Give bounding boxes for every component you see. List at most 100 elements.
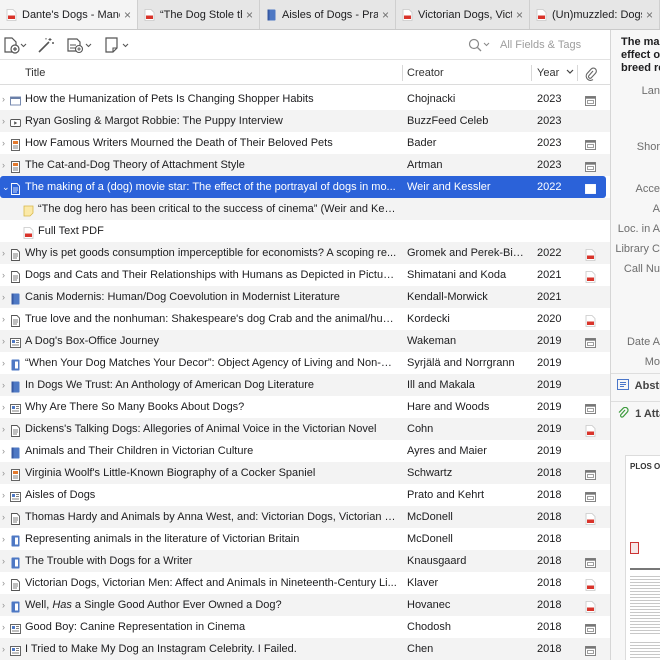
chevron-right-icon[interactable]: › [2, 352, 10, 374]
item-row[interactable]: › Why is pet goods consumption impercepti… [0, 242, 610, 264]
item-row[interactable]: › Virginia Woolf's Little-Known Biography… [0, 462, 610, 484]
chevron-down-icon[interactable]: ⌄ [2, 176, 10, 198]
column-header-creator[interactable]: Creator [407, 61, 444, 85]
pdf-icon[interactable] [585, 269, 596, 283]
chevron-right-icon[interactable]: › [2, 638, 10, 660]
close-icon[interactable]: × [516, 8, 523, 22]
chevron-right-icon[interactable]: › [2, 396, 10, 418]
snapshot-icon[interactable] [585, 159, 596, 172]
item-row[interactable]: › How Famous Writers Mourned the Death of… [0, 132, 610, 154]
add-by-identifier-button[interactable] [36, 36, 56, 54]
column-header-title[interactable]: Title [25, 61, 45, 85]
new-item-button[interactable] [2, 36, 28, 54]
close-icon[interactable]: × [382, 8, 389, 22]
child-item-row[interactable]: “The dog hero has been critical to the s… [0, 198, 610, 220]
column-header-year[interactable]: Year [537, 61, 575, 85]
tab-item[interactable]: (Un)muzzled: Dogs × [530, 0, 660, 29]
pdf-icon[interactable] [585, 423, 596, 437]
chevron-right-icon[interactable]: › [2, 616, 10, 638]
item-row[interactable]: › Aisles of Dogs Prato and Kehrt 2018 [0, 484, 610, 506]
item-row[interactable]: › Victorian Dogs, Victorian Men: Affect a… [0, 572, 610, 594]
item-row[interactable]: › “When Your Dog Matches Your Decor”: Obj… [0, 352, 610, 374]
item-row[interactable]: › True love and the nonhuman: Shakespeare… [0, 308, 610, 330]
chevron-right-icon[interactable]: › [2, 330, 10, 352]
item-title: Good Boy: Canine Representation in Cinem… [25, 621, 246, 633]
item-row[interactable]: › In Dogs We Trust: An Anthology of Ameri… [0, 374, 610, 396]
tab-item[interactable]: Victorian Dogs, Victorian Men × [396, 0, 530, 29]
snapshot-icon[interactable] [585, 555, 596, 568]
tab-item[interactable]: “The Dog Stole the Show” × [138, 0, 260, 29]
item-creator: Knausgaard [407, 555, 467, 567]
chevron-right-icon[interactable]: › [2, 594, 10, 616]
item-row[interactable]: › Ryan Gosling & Margot Robbie: The Puppy… [0, 110, 610, 132]
item-row[interactable]: › A Dog's Box-Office Journey Wakeman 2019 [0, 330, 610, 352]
chevron-right-icon[interactable]: › [2, 154, 10, 176]
item-row[interactable]: › Representing animals in the literature … [0, 528, 610, 550]
snapshot-icon[interactable] [585, 401, 596, 414]
item-year: 2023 [537, 93, 562, 105]
item-row[interactable]: › Canis Modernis: Human/Dog Coevolution i… [0, 286, 610, 308]
column-separator[interactable] [531, 65, 532, 81]
snapshot-icon[interactable] [585, 93, 596, 106]
chevron-right-icon[interactable]: › [2, 484, 10, 506]
snapshot-icon[interactable] [585, 621, 596, 634]
chevron-right-icon[interactable]: › [2, 418, 10, 440]
pdf-icon[interactable] [585, 577, 596, 591]
column-separator[interactable] [577, 65, 578, 81]
pdf-icon [6, 8, 17, 22]
snapshot-icon[interactable] [585, 643, 596, 656]
item-row[interactable]: › Dickens's Talking Dogs: Allegories of A… [0, 418, 610, 440]
item-row[interactable]: › I Tried to Make My Dog an Instagram Cel… [0, 638, 610, 660]
item-title: Dickens's Talking Dogs: Allegories of An… [25, 423, 377, 435]
snapshot-icon[interactable] [585, 137, 596, 150]
chevron-right-icon[interactable]: › [2, 528, 10, 550]
item-row[interactable]: › Good Boy: Canine Representation in Cine… [0, 616, 610, 638]
chevron-right-icon[interactable]: › [2, 550, 10, 572]
attachment-preview[interactable]: PLOS ONE [625, 455, 660, 660]
attachments-section-header[interactable]: 1 Atta [617, 406, 660, 420]
snapshot-icon[interactable] [585, 335, 596, 348]
search-field[interactable]: All Fields & Tags [468, 34, 608, 56]
item-row[interactable]: › Dogs and Cats and Their Relationships w… [0, 264, 610, 286]
close-icon[interactable]: × [646, 8, 653, 22]
document-icon [10, 247, 21, 261]
chevron-right-icon[interactable]: › [2, 88, 10, 110]
item-row[interactable]: › How the Humanization of Pets Is Changin… [0, 88, 610, 110]
tab-item[interactable]: Aisles of Dogs - Prato and Kehrt × [260, 0, 396, 29]
pdf-icon[interactable] [585, 599, 596, 613]
column-header-attachments[interactable] [585, 66, 597, 81]
new-note-button[interactable] [102, 36, 132, 54]
chevron-right-icon[interactable]: › [2, 506, 10, 528]
item-row[interactable]: ⌄ The making of a (dog) movie star: The e… [0, 176, 606, 198]
new-collection-button[interactable] [64, 36, 94, 54]
item-row[interactable]: › The Trouble with Dogs for a Writer Knaus… [0, 550, 610, 572]
pdf-icon[interactable] [585, 247, 596, 261]
chevron-right-icon[interactable]: › [2, 110, 10, 132]
abstract-section-header[interactable]: Abstra [617, 379, 660, 392]
item-row[interactable]: › The Cat-and-Dog Theory of Attachment St… [0, 154, 610, 176]
item-row[interactable]: › Well, Has a Single Good Author Ever Own… [0, 594, 610, 616]
child-item-row[interactable]: Full Text PDF [0, 220, 610, 242]
item-row[interactable]: › Thomas Hardy and Animals by Anna West, … [0, 506, 610, 528]
pdf-icon[interactable] [585, 511, 596, 525]
item-row[interactable]: › Why Are There So Many Books About Dogs?… [0, 396, 610, 418]
chevron-right-icon[interactable]: › [2, 286, 10, 308]
chevron-right-icon[interactable]: › [2, 264, 10, 286]
chevron-right-icon[interactable]: › [2, 440, 10, 462]
close-icon[interactable]: × [124, 8, 131, 22]
snapshot-icon[interactable] [585, 489, 596, 502]
chevron-right-icon[interactable]: › [2, 132, 10, 154]
chevron-right-icon[interactable]: › [2, 572, 10, 594]
pdf-icon[interactable] [585, 313, 596, 327]
chevron-right-icon[interactable]: › [2, 308, 10, 330]
chevron-right-icon[interactable]: › [2, 462, 10, 484]
tab-item[interactable]: Dante's Dogs - Manchester × [0, 0, 138, 29]
close-icon[interactable]: × [246, 8, 253, 22]
chevron-right-icon[interactable]: › [2, 242, 10, 264]
item-title: Virginia Woolf's Little-Known Biography … [25, 467, 316, 479]
snapshot-icon[interactable] [585, 467, 596, 480]
snapshot-icon[interactable] [585, 181, 596, 194]
chevron-right-icon[interactable]: › [2, 374, 10, 396]
column-separator[interactable] [402, 65, 403, 81]
item-row[interactable]: › Animals and Their Children in Victorian… [0, 440, 610, 462]
